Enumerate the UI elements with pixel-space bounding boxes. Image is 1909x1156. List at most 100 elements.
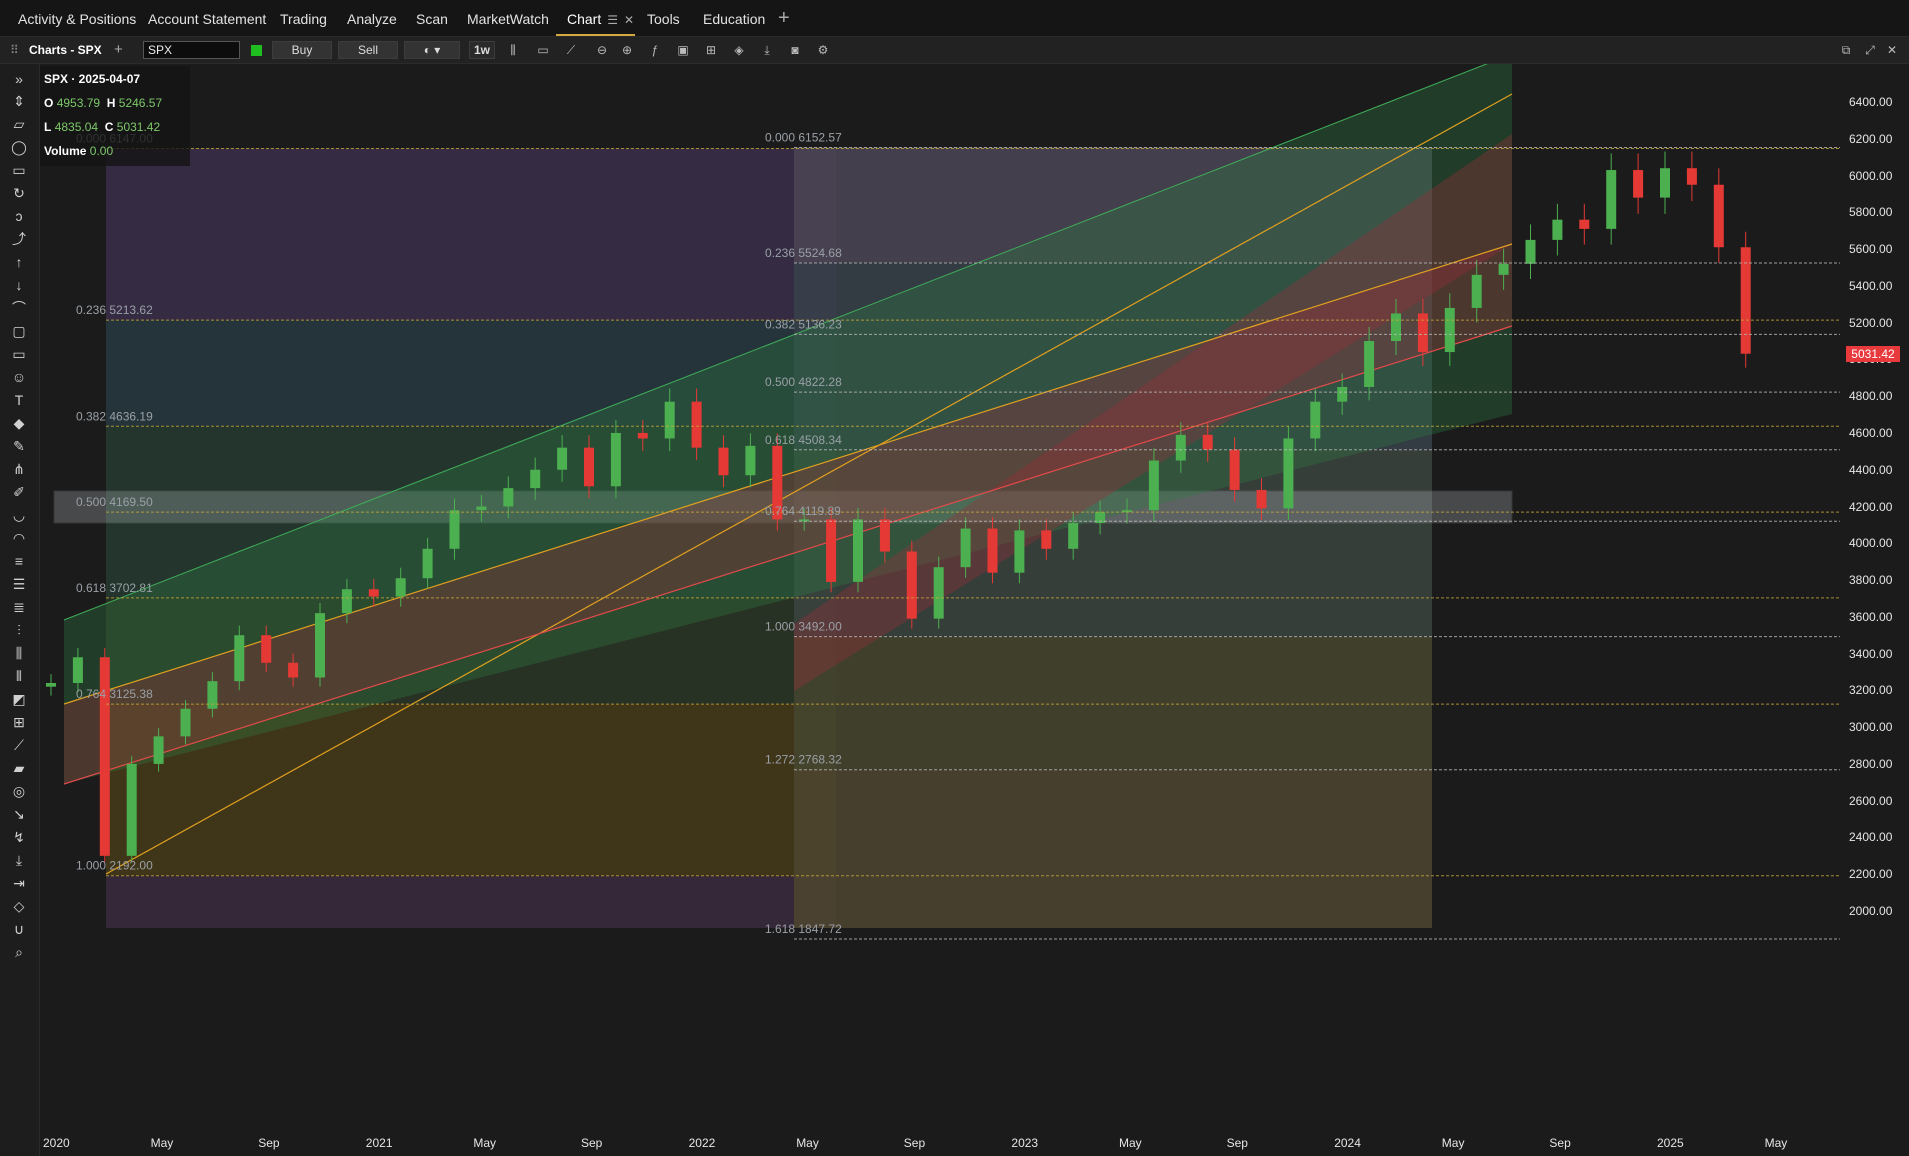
fib-level-label: 0.618 4508.34: [765, 433, 842, 447]
camera-icon[interactable]: ◙: [785, 41, 805, 59]
price-tick-label: 4600.00: [1849, 425, 1893, 440]
chart-style-dropdown[interactable]: ◐ ▾: [404, 41, 460, 59]
expand-icon[interactable]: ⤢: [1860, 41, 1880, 59]
fib-retracement-icon[interactable]: ☰: [8, 573, 30, 595]
drawing-icon[interactable]: ⟋: [561, 41, 581, 59]
arc-icon[interactable]: ↻: [8, 182, 30, 204]
date-tick-label: Sep: [1226, 1136, 1248, 1150]
buy-button[interactable]: Buy: [272, 41, 332, 59]
price-tick-label: 6000.00: [1849, 168, 1893, 183]
fib-level-label: 0.764 3125.38: [76, 687, 153, 701]
gann-icon[interactable]: ⫼: [8, 642, 30, 664]
vertical-line-icon[interactable]: ⇕: [8, 90, 30, 112]
zoom-out-icon[interactable]: ⊖: [592, 41, 612, 59]
download-icon[interactable]: ⤓: [757, 41, 777, 59]
close-icon[interactable]: ✕: [624, 13, 634, 27]
curve-icon[interactable]: ⌒: [8, 297, 30, 319]
date-tick-label: 2020: [43, 1136, 70, 1150]
rectangle-icon[interactable]: ▭: [8, 159, 30, 181]
timeframe-button[interactable]: 1w: [469, 41, 495, 59]
pencil-icon[interactable]: ✎: [8, 435, 30, 457]
image-icon[interactable]: ▣: [673, 41, 693, 59]
tab-chart[interactable]: Chart ☰ ✕: [556, 0, 635, 36]
arrow-down-icon[interactable]: ↓: [8, 274, 30, 296]
tab-analyze[interactable]: Analyze: [347, 0, 397, 36]
close-chart-icon[interactable]: ✕: [1882, 41, 1902, 59]
candle-body: [530, 469, 541, 489]
text-icon[interactable]: T: [8, 389, 30, 411]
candle-body: [718, 447, 729, 476]
price-axis[interactable]: [1840, 64, 1909, 1128]
tab-activity-positions[interactable]: Activity & Positions: [18, 0, 136, 36]
zoom-in-icon[interactable]: ⊕: [617, 41, 637, 59]
elliott-icon[interactable]: ↯: [8, 826, 30, 848]
link-color-indicator[interactable]: [251, 45, 262, 56]
grid-tool-icon[interactable]: ⊞: [8, 711, 30, 733]
magnet-icon[interactable]: ∪: [8, 918, 30, 940]
layout-icon[interactable]: ▭: [533, 41, 553, 59]
tab-marketwatch[interactable]: MarketWatch: [467, 0, 549, 36]
tab-tools[interactable]: Tools: [647, 0, 680, 36]
ellipse-icon[interactable]: ◯: [8, 136, 30, 158]
date-tick-label: May: [1119, 1136, 1142, 1150]
candle-body: [1229, 449, 1240, 490]
add-tab-button[interactable]: +: [778, 0, 790, 36]
symbol-input[interactable]: SPX: [143, 41, 240, 59]
tab-scan[interactable]: Scan: [416, 0, 448, 36]
bar-style-icon[interactable]: ⫼: [503, 41, 523, 59]
brush-icon[interactable]: ✐: [8, 481, 30, 503]
layers-icon[interactable]: ◈: [729, 41, 749, 59]
anchor-icon[interactable]: ◇: [8, 895, 30, 917]
popout-icon[interactable]: ⧉: [1836, 41, 1856, 59]
price-tick-label: 5200.00: [1849, 315, 1893, 330]
arrow-up-icon[interactable]: ↑: [8, 251, 30, 273]
settings-gear-icon[interactable]: ⚙: [813, 41, 833, 59]
tab-trading[interactable]: Trading: [280, 0, 327, 36]
expand-tools-icon[interactable]: »: [8, 68, 30, 90]
fib-channel-icon[interactable]: ≡: [8, 550, 30, 572]
trendline-icon[interactable]: ⤴: [8, 228, 30, 250]
candle-body: [1552, 219, 1563, 240]
fib-extension-icon[interactable]: ≣: [8, 596, 30, 618]
date-range-icon[interactable]: ⇥: [8, 872, 30, 894]
tab-education[interactable]: Education: [703, 0, 765, 36]
callout-icon[interactable]: ▢: [8, 320, 30, 342]
wave-icon[interactable]: ↘: [8, 803, 30, 825]
price-tick-label: 2600.00: [1849, 793, 1893, 808]
tab-account-statement[interactable]: Account Statement: [148, 0, 266, 36]
lasso-icon[interactable]: ↄ: [8, 205, 30, 227]
candle-body: [1525, 239, 1536, 264]
regression-icon[interactable]: ▰: [8, 757, 30, 779]
spiral-icon[interactable]: ◎: [8, 780, 30, 802]
price-tick-label: 2200.00: [1849, 867, 1893, 882]
grid-icon[interactable]: ⊞: [701, 41, 721, 59]
speed-fan-icon[interactable]: ⟋: [8, 734, 30, 756]
fib-arc-icon[interactable]: ◡: [8, 504, 30, 526]
measure-icon[interactable]: ⤓: [8, 849, 30, 871]
cycle-lines-icon[interactable]: ⦀: [8, 665, 30, 687]
drag-handle-icon[interactable]: ⠿: [10, 41, 19, 59]
volume-value: 0.00: [89, 144, 114, 158]
parallelogram-icon[interactable]: ▱: [8, 113, 30, 135]
comment-icon[interactable]: ▭: [8, 343, 30, 365]
fill-icon[interactable]: ◆: [8, 412, 30, 434]
price-chart[interactable]: 0.000 6147.000.236 5213.620.382 4636.190…: [40, 64, 1840, 1128]
fib-fan-icon[interactable]: ◠: [8, 527, 30, 549]
price-tick-label: 2400.00: [1849, 830, 1893, 845]
studies-icon[interactable]: ƒ: [645, 41, 665, 59]
sell-button[interactable]: Sell: [338, 41, 398, 59]
fib-timezone-icon[interactable]: ⫶: [8, 619, 30, 641]
candle-body: [1606, 170, 1617, 229]
add-chart-icon[interactable]: +: [114, 41, 123, 59]
tab-chart-label: Chart: [567, 11, 602, 27]
emoji-icon[interactable]: ☺: [8, 366, 30, 388]
candle-body: [72, 657, 83, 684]
zoom-tool-icon[interactable]: ⌕: [8, 941, 30, 963]
pitchfork-icon[interactable]: ⋔: [8, 458, 30, 480]
menu-icon[interactable]: ☰: [607, 13, 618, 27]
date-tick-label: 2021: [365, 1136, 393, 1150]
candle-body: [1364, 341, 1375, 387]
top-nav: Activity & Positions Account Statement T…: [0, 0, 1909, 37]
gann-box-icon[interactable]: ◩: [8, 688, 30, 710]
price-tick-label: 4400.00: [1849, 462, 1893, 477]
